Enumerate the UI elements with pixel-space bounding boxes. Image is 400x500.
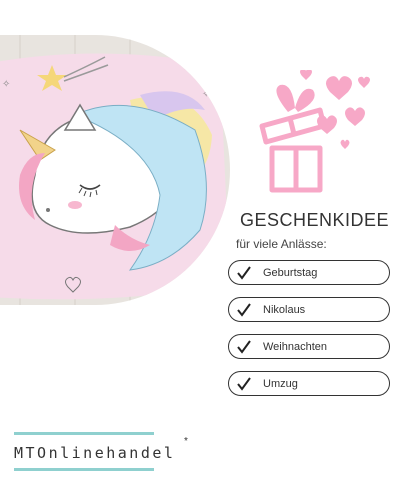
occasion-list: Geburtstag Nikolaus Weihnachten Umzug [228,260,390,408]
brand-line-bottom [14,468,154,471]
brand-mark: * [184,436,188,447]
occasion-label: Weihnachten [263,340,328,353]
occasion-label: Geburtstag [263,266,318,279]
checkmark-icon [237,265,251,280]
checkmark-icon [237,376,251,391]
subline: für viele Anlässe: [236,237,327,251]
checkmark-icon [237,339,251,354]
svg-text:✧: ✧ [2,79,10,90]
svg-text:✧: ✧ [202,89,210,100]
occasion-item: Umzug [228,371,390,396]
occasion-item: Weihnachten [228,334,390,359]
headline: GESCHENKIDEE [240,210,390,230]
brand-logo: MTOnlinehandel * [14,432,214,482]
brand-line-top [14,432,154,435]
brand-name: MTOnlinehandel [14,444,176,462]
occasion-item: Nikolaus [228,297,390,322]
product-photo: ✧ ✧ [0,35,230,305]
gift-box-illustration [250,68,380,195]
checkmark-icon [237,302,251,317]
occasion-label: Umzug [263,377,298,390]
occasion-label: Nikolaus [263,303,306,316]
occasion-item: Geburtstag [228,260,390,285]
